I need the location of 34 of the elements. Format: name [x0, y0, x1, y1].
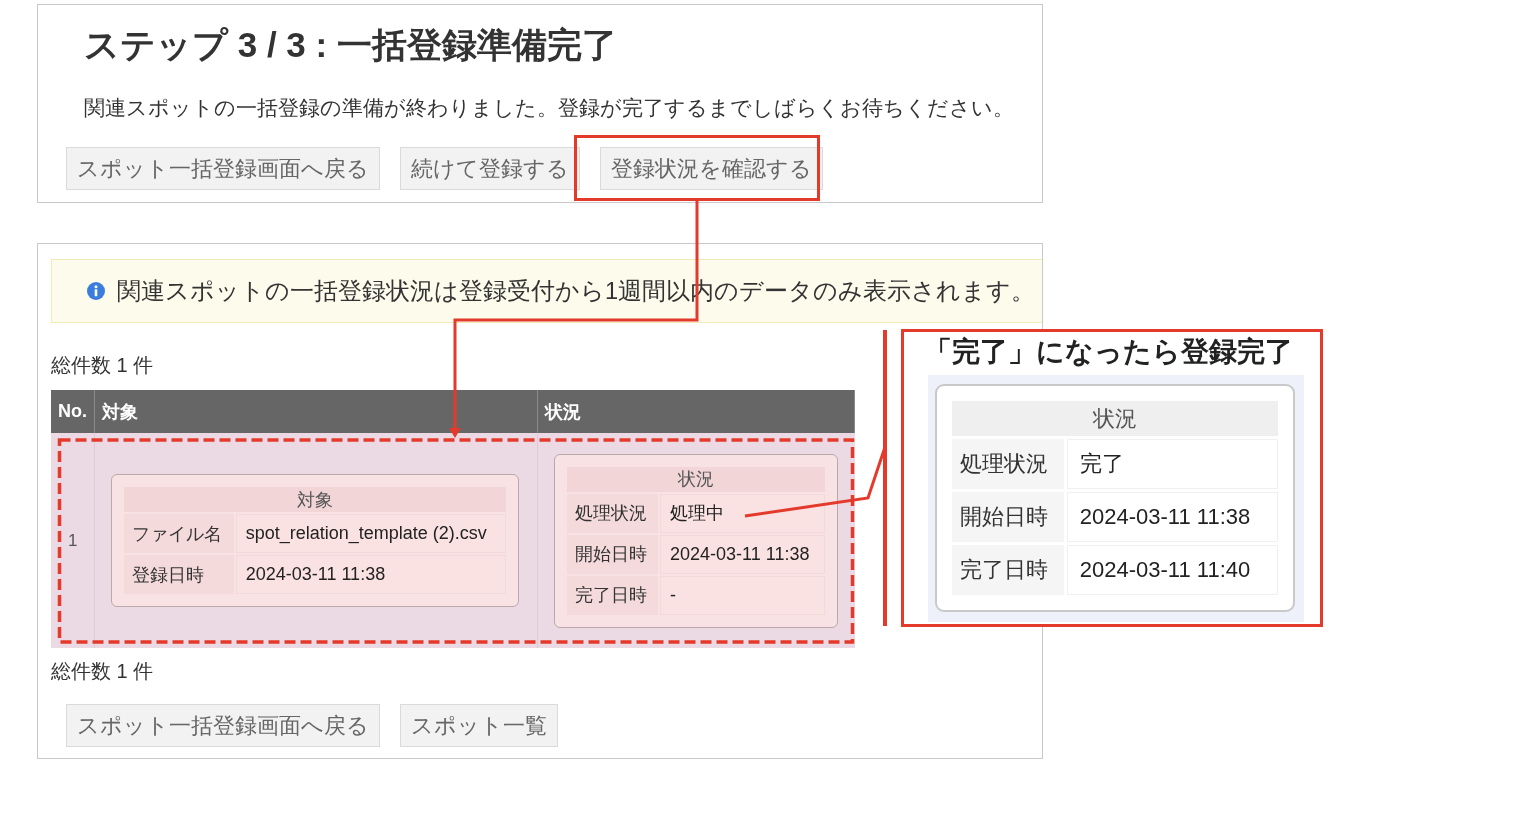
field-value: 2024-03-11 11:38	[235, 555, 506, 594]
page-title: ステップ 3 / 3 : 一括登録準備完了	[84, 25, 618, 65]
field-value: 処理中	[660, 493, 825, 533]
field-label: 処理状況	[567, 493, 659, 533]
field-value: 2024-03-11 11:38	[660, 534, 825, 574]
total-count: 総件数 1 件	[51, 353, 154, 378]
column-header: 状況	[538, 390, 855, 433]
field-value: 2024-03-11 11:38	[1066, 492, 1278, 542]
field-label: 開始日時	[567, 534, 659, 574]
card-title: 状況	[952, 401, 1278, 436]
field-value: spot_relation_template (2).csv	[235, 514, 506, 553]
card-title: 対象	[124, 487, 506, 512]
action-button[interactable]: スポット一覧	[400, 704, 558, 747]
total-count: 総件数 1 件	[51, 659, 154, 684]
action-button[interactable]: 続けて登録する	[400, 147, 580, 190]
field-label: 完了日時	[952, 545, 1064, 595]
info-icon	[87, 282, 105, 300]
action-button[interactable]: スポット一括登録画面へ戻る	[66, 704, 380, 747]
field-value: 完了	[1066, 439, 1278, 489]
column-header: No.	[51, 390, 95, 433]
action-button[interactable]: スポット一括登録画面へ戻る	[66, 147, 380, 190]
field-label: ファイル名	[124, 514, 234, 553]
field-value: -	[660, 575, 825, 615]
column-header: 対象	[95, 390, 538, 433]
status-message: 関連スポットの一括登録の準備が終わりました。登録が完了するまでしばらくお待ちください。	[84, 95, 1015, 121]
field-label: 処理状況	[952, 439, 1064, 489]
row-number: 1	[68, 530, 78, 551]
callout-title: 「完了」になったら登録完了	[922, 335, 1294, 369]
field-value: 2024-03-11 11:40	[1066, 545, 1278, 595]
field-label: 完了日時	[567, 575, 659, 615]
field-label: 開始日時	[952, 492, 1064, 542]
card-title: 状況	[567, 466, 825, 492]
action-button[interactable]: 登録状況を確認する	[600, 147, 823, 190]
field-label: 登録日時	[124, 555, 234, 594]
